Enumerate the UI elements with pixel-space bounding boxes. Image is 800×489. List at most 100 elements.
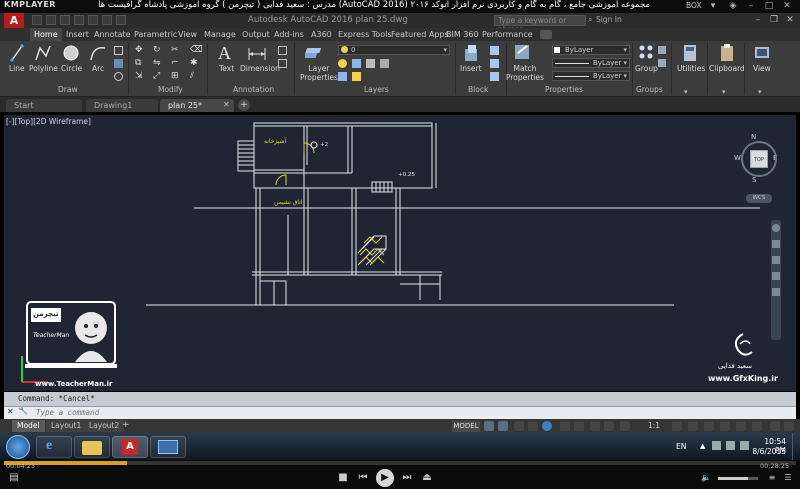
customization-icon[interactable] (784, 421, 794, 431)
player-previous-icon[interactable]: ⏮ (356, 471, 370, 485)
fillet-icon[interactable]: ⌐ (171, 58, 181, 68)
start-button[interactable] (6, 435, 30, 459)
player-play-button[interactable]: ▶ (376, 469, 394, 487)
offset-icon[interactable]: ⫽ (190, 71, 200, 81)
player-close-icon[interactable]: ✕ (782, 1, 792, 11)
language-indicator[interactable]: EN (676, 442, 686, 451)
workspace-icon[interactable] (672, 421, 682, 431)
orbit-icon[interactable] (772, 272, 780, 280)
tab-home[interactable]: Home (30, 28, 62, 41)
annotation-monitor-icon[interactable] (688, 421, 698, 431)
player-minimize-icon[interactable]: – (746, 1, 756, 11)
ribbon-toggle-icon[interactable] (540, 30, 552, 39)
mirror-icon[interactable]: ⇋ (153, 58, 163, 68)
utilities-icon[interactable] (681, 43, 699, 63)
layer-freeze-icon[interactable] (352, 59, 361, 68)
layout-tab-layout1[interactable]: Layout1 (46, 420, 87, 432)
panel-annotation-label[interactable]: Annotation (233, 85, 274, 95)
osnap-icon[interactable] (574, 421, 584, 431)
filetab-close-icon[interactable]: ✕ (223, 100, 230, 109)
view-button[interactable]: View (753, 64, 771, 73)
viewcube-top-face[interactable]: TOP (750, 150, 768, 168)
edit-attributes-icon[interactable] (490, 72, 499, 81)
tab-output[interactable]: Output (238, 28, 274, 41)
clean-screen-icon[interactable] (770, 421, 780, 431)
command-input[interactable] (36, 406, 736, 419)
explode-icon[interactable]: ✱ (190, 58, 200, 68)
zoom-extents-icon[interactable] (772, 256, 780, 264)
tab-a360[interactable]: A360 (307, 28, 336, 41)
player-menu-icon[interactable]: ▾ (708, 1, 718, 11)
panel-modify-label[interactable]: Modify (158, 85, 183, 95)
leader-icon[interactable] (278, 46, 287, 55)
ungroup-icon[interactable] (658, 46, 666, 54)
player-maximize-icon[interactable]: □ (764, 1, 774, 11)
new-tab-icon[interactable]: + (238, 99, 250, 111)
layer-isolate-icon[interactable] (380, 59, 389, 68)
command-close-icon[interactable]: ✕ (7, 407, 14, 416)
steering-wheel-icon[interactable] (772, 224, 780, 232)
group-button[interactable]: Group (635, 64, 658, 73)
layer-match-icon[interactable] (338, 72, 347, 81)
object-snap-tracking-icon[interactable] (560, 421, 570, 431)
add-layout-icon[interactable]: + (122, 420, 130, 430)
clock-date[interactable]: 8/6/2015 (752, 447, 786, 456)
circle-button[interactable]: Circle (61, 64, 82, 73)
rectangle-icon[interactable] (114, 46, 123, 55)
polyline-button[interactable]: Polyline (29, 64, 58, 73)
qa-open-icon[interactable] (46, 15, 56, 25)
hatch-icon[interactable] (114, 59, 123, 68)
player-box-label[interactable]: BOX (686, 1, 702, 10)
color-dropdown[interactable]: ByLayer (552, 45, 630, 55)
showmotion-icon[interactable] (772, 288, 780, 296)
layer-properties-icon[interactable] (305, 43, 325, 63)
layer-dropdown[interactable]: 0 (338, 45, 450, 55)
layout-tab-layout2[interactable]: Layout2 (84, 420, 125, 432)
line-icon[interactable] (10, 44, 24, 62)
layer-properties-button[interactable]: Layer Properties (300, 64, 338, 82)
tray-network-icon[interactable] (726, 441, 735, 450)
polyline-icon[interactable] (34, 44, 52, 62)
viewcube-south[interactable]: S (752, 176, 756, 184)
search-input[interactable]: Type a keyword or phrase (494, 15, 586, 34)
app-close-icon[interactable]: ✕ (784, 14, 796, 26)
insert-button[interactable]: Insert (460, 64, 482, 73)
player-next-icon[interactable]: ⏭ (400, 471, 414, 485)
transparency-icon[interactable] (604, 421, 614, 431)
view-expand-icon[interactable]: ▾ (758, 88, 762, 96)
search-icon[interactable]: ⌕ (588, 15, 592, 25)
utilities-expand-icon[interactable]: ▾ (684, 88, 688, 96)
player-pin-icon[interactable]: ◈ (728, 1, 738, 11)
taskbar-ie-button[interactable] (36, 436, 72, 458)
tab-performance[interactable]: Performance (478, 28, 537, 41)
lineweight-icon[interactable] (590, 421, 600, 431)
autocad-app-button[interactable]: A (4, 13, 24, 28)
move-icon[interactable]: ✥ (135, 45, 145, 55)
panel-block-label[interactable]: Block (468, 85, 488, 95)
player-playlist-icon[interactable]: ☰ (782, 471, 794, 485)
viewcube-north[interactable]: N (751, 133, 756, 141)
dimension-icon[interactable] (247, 44, 267, 62)
annotation-scale-value[interactable]: 1:1 (648, 421, 660, 430)
ellipse-icon[interactable] (114, 72, 123, 81)
player-equalizer-icon[interactable]: ≡ (766, 471, 778, 485)
qa-redo-icon[interactable] (116, 15, 126, 25)
qa-new-icon[interactable] (32, 15, 42, 25)
arc-button[interactable]: Arc (92, 64, 104, 73)
panel-properties-label[interactable]: Properties (545, 85, 583, 95)
sign-in-button[interactable]: Sign In (596, 15, 622, 24)
ortho-icon[interactable] (514, 421, 524, 431)
utilities-button[interactable]: Utilities (677, 64, 705, 73)
panel-draw-label[interactable]: Draw (58, 85, 78, 95)
scale-icon[interactable]: ⤢ (153, 71, 163, 81)
panel-groups-label[interactable]: Groups (636, 85, 663, 95)
layer-on-icon[interactable] (338, 59, 347, 68)
pan-icon[interactable] (772, 240, 780, 248)
layout-tab-model[interactable]: Model (12, 420, 45, 432)
table-icon[interactable] (278, 59, 287, 68)
viewcube-west[interactable]: W (734, 154, 741, 162)
player-open-icon[interactable]: ⏏ (420, 471, 434, 485)
match-properties-button[interactable]: Match Properties (506, 64, 544, 82)
edit-block-icon[interactable] (490, 59, 499, 68)
tab-insert[interactable]: Insert (62, 28, 93, 41)
